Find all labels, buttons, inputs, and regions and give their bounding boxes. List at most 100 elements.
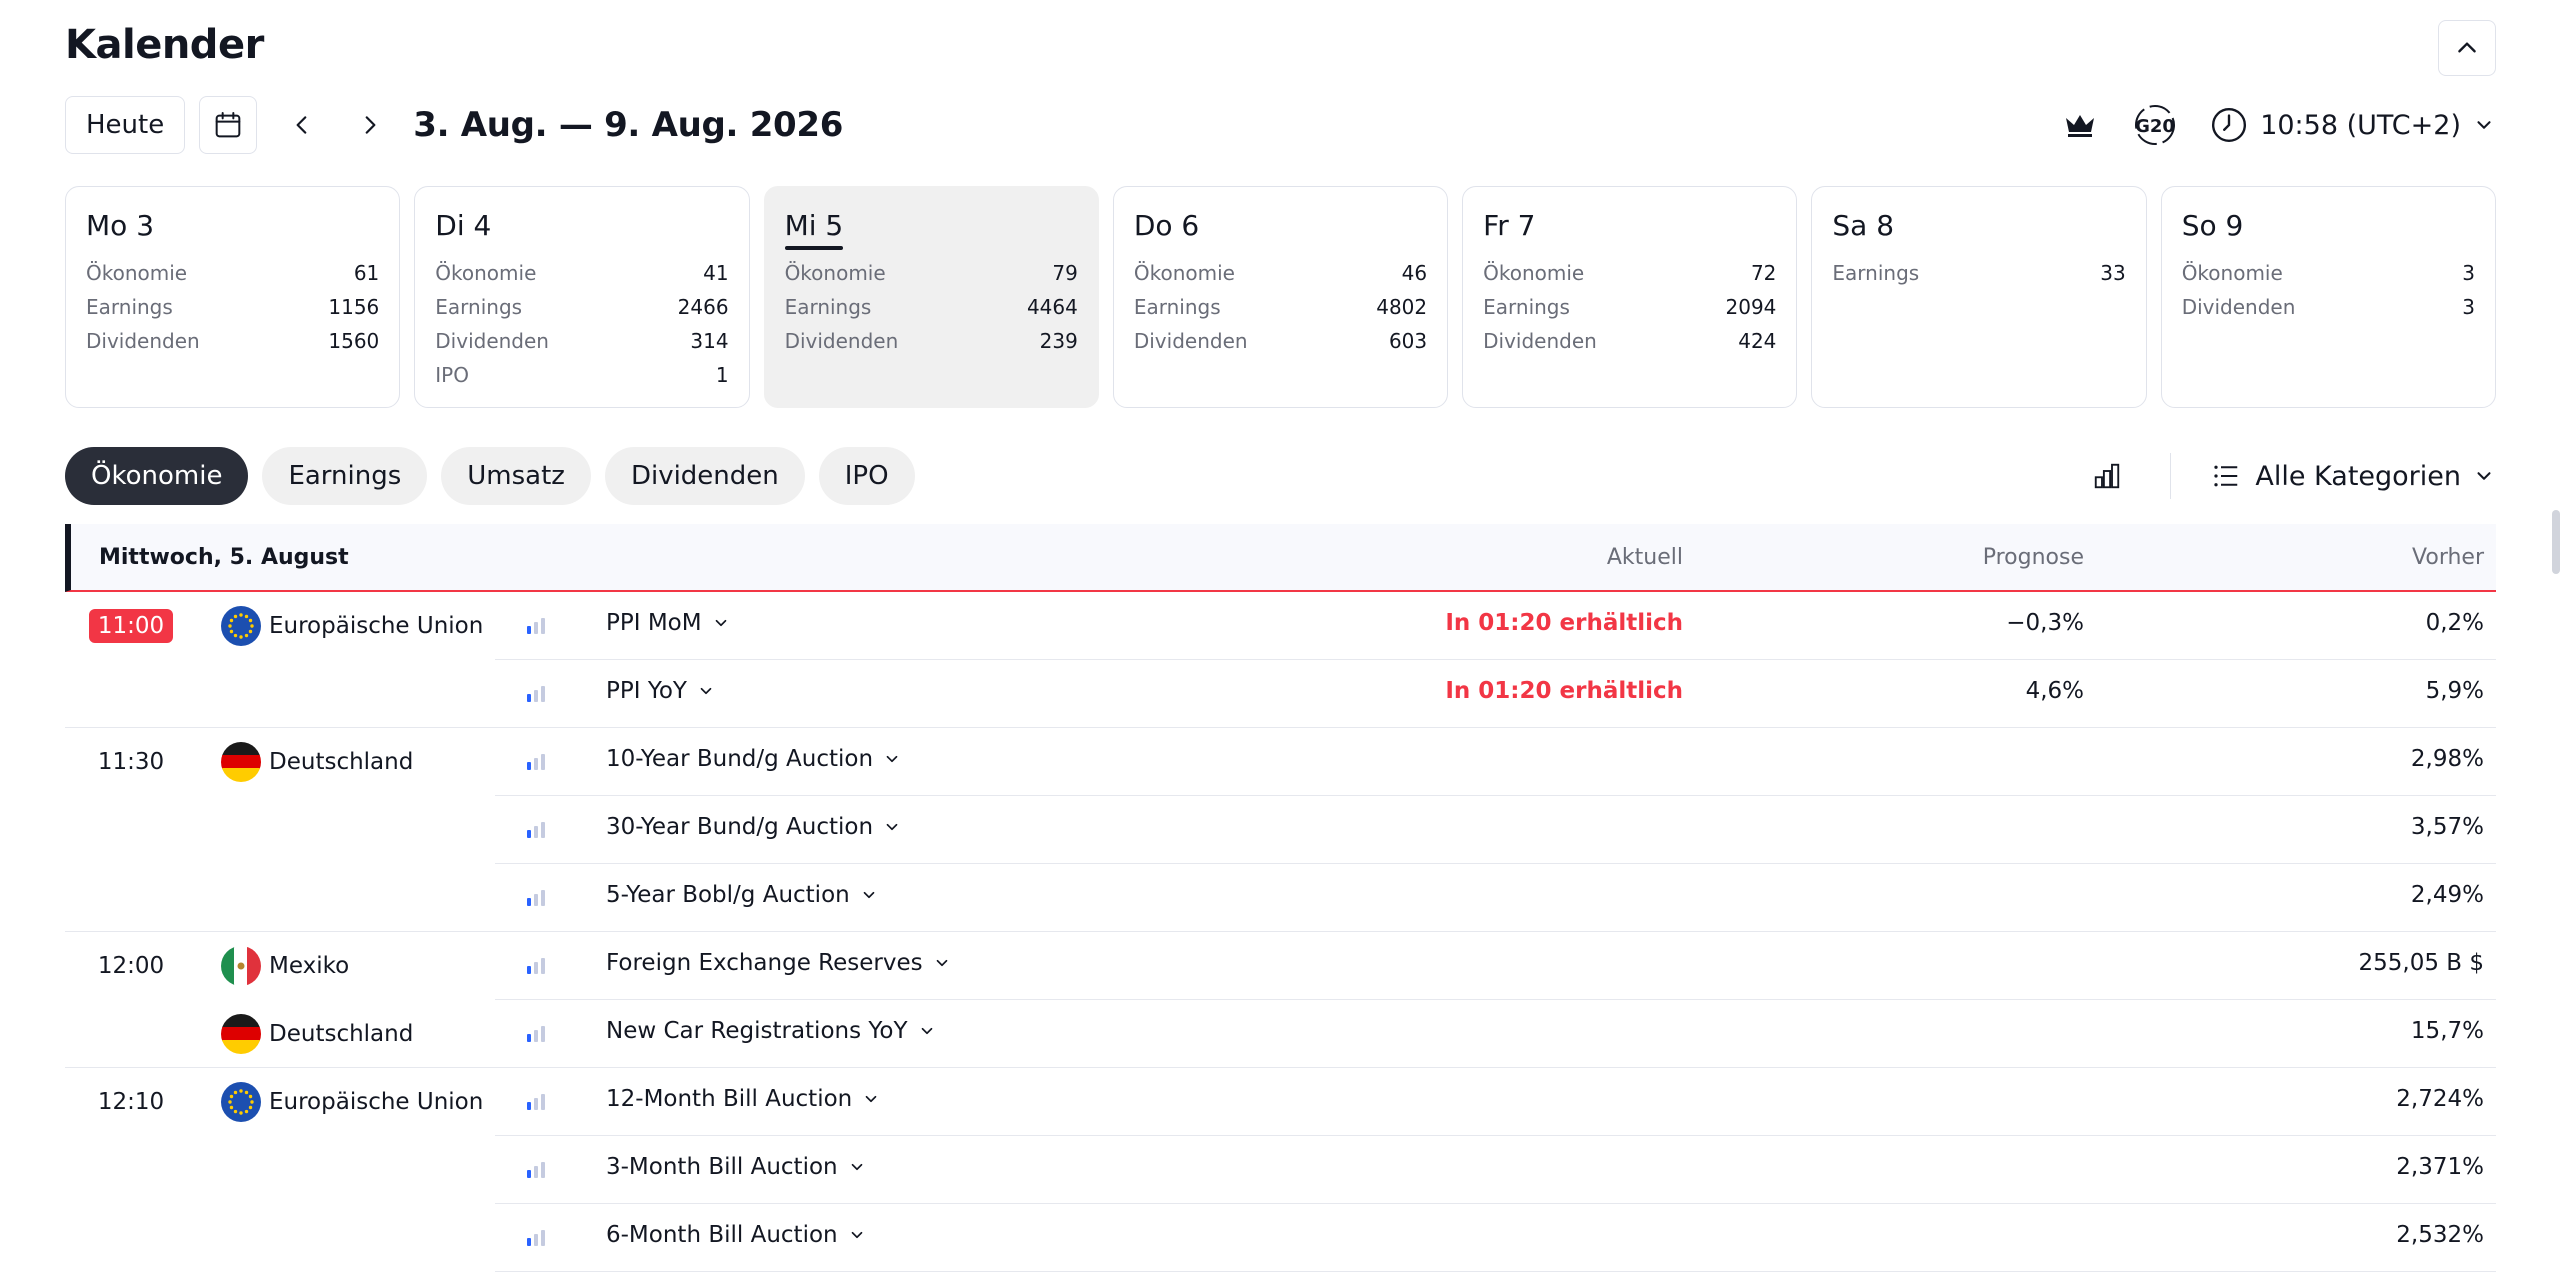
- stat-count: 239: [1039, 329, 1078, 353]
- importance-icon: [527, 1160, 545, 1178]
- filter-pill[interactable]: Earnings: [262, 447, 428, 505]
- stat-count: 3: [2462, 261, 2475, 285]
- stat-label: Earnings: [784, 295, 872, 319]
- event-label: 30-Year Bund/g Auction: [606, 814, 874, 840]
- chevron-down-icon: [712, 614, 730, 632]
- table-row[interactable]: 12:00 Mexiko Foreign Exchange Reserves 255,…: [65, 932, 2496, 1000]
- chevron-down-icon: [918, 1022, 936, 1040]
- list-icon: [2211, 461, 2241, 491]
- stat-label: Dividenden: [1133, 329, 1248, 353]
- day-stat: Ökonomie 79: [785, 256, 1078, 290]
- table-row[interactable]: 30-Year Bund/g Auction 3,57%: [65, 796, 2496, 864]
- bar-chart-icon: [2095, 463, 2120, 489]
- stat-count: 2094: [1725, 295, 1777, 319]
- stat-count: 1: [715, 363, 729, 387]
- table-row[interactable]: Deutschland New Car Registrations YoY 15,7…: [65, 1000, 2496, 1068]
- scrollbar-thumb[interactable]: [2552, 510, 2560, 574]
- day-card[interactable]: Di 4 Ökonomie 41 Earnings 2466 Dividenden 314 I…: [414, 186, 750, 408]
- calendar-icon: [215, 112, 241, 138]
- date-toolbar: Heute 3. Aug. — 9. Aug. 2026: [65, 96, 843, 154]
- table-row[interactable]: PPI YoY In 01:20 erhältlich 4,6% 5,9%: [65, 660, 2496, 728]
- day-stat: Ökonomie 41: [435, 256, 728, 290]
- filter-pill[interactable]: Dividenden: [604, 447, 805, 505]
- day-stat: IPO 1: [435, 358, 728, 392]
- event-name[interactable]: 3-Month Bill Auction: [606, 1154, 866, 1180]
- page-title: Kalender: [65, 22, 264, 68]
- event-name[interactable]: 12-Month Bill Auction: [606, 1086, 880, 1112]
- collapse-button[interactable]: [2438, 20, 2496, 76]
- event-name[interactable]: 5-Year Bobl/g Auction: [606, 882, 878, 908]
- chevron-up-icon: [2458, 42, 2476, 53]
- today-button[interactable]: Heute: [65, 96, 186, 154]
- g20-filter-button[interactable]: G20: [2132, 102, 2178, 148]
- importance-icon: [527, 956, 545, 974]
- crown-filter-button[interactable]: [2060, 105, 2100, 145]
- filter-pill[interactable]: IPO: [818, 447, 915, 505]
- calendar-picker-button[interactable]: [199, 96, 258, 154]
- de-flag-icon: [221, 742, 261, 782]
- events-table: Mittwoch, 5. August Aktuell Prognose Vor…: [65, 524, 2496, 1272]
- importance-icon: [527, 752, 545, 770]
- country-cell: Deutschland: [221, 1014, 413, 1054]
- table-row[interactable]: 11:30 Deutschland 10-Year Bund/g Auction 2,…: [65, 728, 2496, 796]
- event-name[interactable]: 6-Month Bill Auction: [606, 1222, 866, 1248]
- stat-label: Ökonomie: [86, 261, 188, 285]
- country-cell: Mexiko: [221, 946, 349, 986]
- day-stat: Earnings 2466: [435, 290, 728, 324]
- day-stat: Earnings 1156: [86, 290, 379, 324]
- day-name: So 9: [2181, 209, 2244, 242]
- chevron-left-icon: [296, 116, 307, 134]
- filter-tools: Alle Kategorien: [2084, 447, 2495, 505]
- event-time: 11:30: [97, 749, 165, 775]
- value-vorher: 2,98%: [2410, 746, 2484, 772]
- table-row[interactable]: 12:10 Europäische Union 12-Month Bill Auct…: [65, 1068, 2496, 1136]
- event-name[interactable]: New Car Registrations YoY: [606, 1018, 936, 1044]
- chevron-down-icon: [848, 1226, 866, 1244]
- day-name: Mo 3: [86, 209, 155, 242]
- day-card[interactable]: So 9 Ökonomie 3 Dividenden 3: [2160, 186, 2496, 408]
- filter-pill[interactable]: Umsatz: [441, 447, 591, 505]
- table-row[interactable]: 6-Month Bill Auction 2,532%: [65, 1204, 2496, 1272]
- category-selector[interactable]: Alle Kategorien: [2211, 461, 2495, 492]
- day-card[interactable]: Sa 8 Earnings 33: [1811, 186, 2147, 408]
- day-card[interactable]: Fr 7 Ökonomie 72 Earnings 2094 Dividenden 424: [1462, 186, 1798, 408]
- next-week-button[interactable]: [347, 96, 393, 154]
- stat-count: 72: [1750, 261, 1777, 285]
- day-card[interactable]: Mo 3 Ökonomie 61 Earnings 1156 Dividenden 1560: [65, 186, 401, 408]
- previous-week-button[interactable]: [279, 96, 325, 154]
- day-card[interactable]: Do 6 Ökonomie 46 Earnings 4802 Dividenden 603: [1112, 186, 1449, 408]
- event-name[interactable]: 10-Year Bund/g Auction: [606, 746, 901, 772]
- value-vorher: 2,532%: [2396, 1222, 2484, 1248]
- stat-label: Ökonomie: [2181, 261, 2283, 285]
- importance-icon: [527, 820, 545, 838]
- event-name[interactable]: Foreign Exchange Reserves: [606, 950, 951, 976]
- table-row[interactable]: 5-Year Bobl/g Auction 2,49%: [65, 864, 2496, 932]
- timezone-label: 10:58 (UTC+2): [2260, 109, 2461, 141]
- country-name: Deutschland: [269, 1021, 414, 1047]
- event-name[interactable]: 30-Year Bund/g Auction: [606, 814, 901, 840]
- importance-filter-button[interactable]: [2084, 453, 2130, 499]
- filter-pill[interactable]: Ökonomie: [65, 447, 249, 505]
- value-vorher: 15,7%: [2410, 1018, 2484, 1044]
- value-vorher: 0,2%: [2425, 610, 2484, 636]
- day-card[interactable]: Mi 5 Ökonomie 79 Earnings 4464 Dividenden 239: [763, 186, 1099, 408]
- stat-label: Earnings: [435, 295, 523, 319]
- event-name[interactable]: PPI YoY: [606, 678, 715, 704]
- chevron-down-icon: [883, 818, 901, 836]
- table-row[interactable]: 3-Month Bill Auction 2,371%: [65, 1136, 2496, 1204]
- timezone-selector[interactable]: 10:58 (UTC+2): [2210, 106, 2495, 144]
- stat-count: 1560: [328, 329, 380, 353]
- table-row[interactable]: 11:00 Europäische Union PPI MoM In 01:20 er…: [65, 592, 2496, 660]
- header-tools: G20 10:58 (UTC+2): [2060, 96, 2495, 154]
- divider: [2170, 453, 2172, 499]
- country-name: Europäische Union: [269, 613, 484, 639]
- stat-count: 46: [1401, 261, 1428, 285]
- event-label: 6-Month Bill Auction: [606, 1222, 838, 1248]
- stat-label: Earnings: [86, 295, 173, 319]
- value-vorher: 2,371%: [2396, 1154, 2484, 1180]
- importance-icon: [527, 1228, 545, 1246]
- event-name[interactable]: PPI MoM: [606, 610, 730, 636]
- stat-label: Earnings: [1832, 261, 1920, 285]
- value-vorher: 3,57%: [2410, 814, 2484, 840]
- column-prognose: Prognose: [1982, 544, 2084, 570]
